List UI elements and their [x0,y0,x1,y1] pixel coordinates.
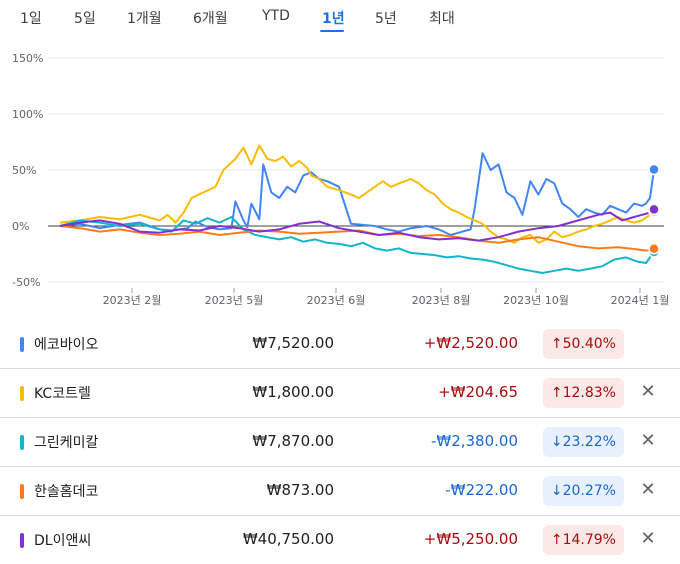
stock-change: +₩5,250.00 [423,530,518,548]
range-tabs: 1일 5일 1개월 6개월 YTD 1년 5년 최대 [0,0,680,36]
stock-row[interactable]: DL이앤씨 ₩40,750.00 +₩5,250.00 ↑14.79% ✕ [0,515,680,564]
x-tick-label: 2023년 6월 [307,294,366,307]
stock-change: -₩222.00 [445,481,518,499]
stock-name: 에코바이오 [34,337,99,353]
stock-name: 그린케미칼 [34,435,99,451]
series-line [59,152,655,236]
x-tick-label: 2023년 5월 [205,294,264,307]
x-tick-label: 2024년 1월 [611,294,670,307]
tab-6m[interactable]: 6개월 [193,8,228,28]
stock-change: +₩204.65 [438,383,518,401]
tab-1d[interactable]: 1일 [20,8,42,28]
series-color-swatch [20,484,24,499]
x-tick-label: 2023년 10월 [503,294,569,307]
remove-stock-icon[interactable]: ✕ [636,429,660,453]
series-color-swatch [20,533,24,548]
stock-percent-badge: ↑12.83% [542,378,624,408]
series-line [59,144,655,244]
stock-percent-badge: ↓23.22% [542,427,624,457]
series-color-swatch [20,337,24,352]
comparison-line-chart: 150% 100% 50% 0% -50% 2023년 2월 2023년 5월 2023년 6… [12,52,670,307]
stock-price: ₩7,870.00 [252,432,334,450]
y-tick-label: 0% [12,220,29,233]
stock-change: -₩2,380.00 [430,432,518,450]
series-color-swatch [20,386,24,401]
series-endpoint [648,242,660,255]
remove-stock-icon[interactable]: ✕ [636,527,660,551]
series-line [59,216,655,274]
stock-price: ₩40,750.00 [242,530,334,548]
stock-percent-badge: ↓20.27% [542,476,624,506]
x-tick-label: 2023년 8월 [412,294,471,307]
y-tick-label: 100% [12,108,43,121]
stock-row[interactable]: KC코트렐 ₩1,800.00 +₩204.65 ↑12.83% ✕ [0,368,680,418]
stock-price: ₩1,800.00 [252,383,334,401]
stock-row[interactable]: 그린케미칼 ₩7,870.00 -₩2,380.00 ↓23.22% ✕ [0,417,680,467]
stock-name: DL이앤씨 [34,533,92,549]
stock-name: 한솔홈데코 [34,484,99,500]
remove-stock-icon[interactable]: ✕ [636,478,660,502]
tab-ytd[interactable]: YTD [262,8,290,24]
series-line [59,225,655,252]
tab-5y[interactable]: 5년 [375,8,397,28]
stock-price: ₩873.00 [266,481,334,499]
stock-price: ₩7,520.00 [252,334,334,352]
stock-percent-badge: ↑14.79% [542,525,624,555]
tab-max[interactable]: 최대 [429,8,455,28]
y-tick-label: 50% [12,164,36,177]
stock-percent-badge: ↑50.40% [542,329,624,359]
tab-1y[interactable]: 1년 [322,8,345,28]
series-color-swatch [20,435,24,450]
stock-row[interactable]: 에코바이오 ₩7,520.00 +₩2,520.00 ↑50.40% [0,319,680,369]
active-tab-underline [320,30,344,32]
stock-row[interactable]: 한솔홈데코 ₩873.00 -₩222.00 ↓20.27% ✕ [0,466,680,516]
x-tick-label: 2023년 2월 [103,294,162,307]
y-tick-label: 150% [12,52,43,65]
tab-1m[interactable]: 1개월 [127,8,162,28]
y-tick-label: -50% [12,276,40,289]
stock-change: +₩2,520.00 [423,334,518,352]
stock-name: KC코트렐 [34,386,91,402]
series-endpoint [648,163,660,176]
remove-stock-icon[interactable]: ✕ [636,380,660,404]
tab-5d[interactable]: 5일 [74,8,96,28]
series-endpoint [648,203,660,216]
